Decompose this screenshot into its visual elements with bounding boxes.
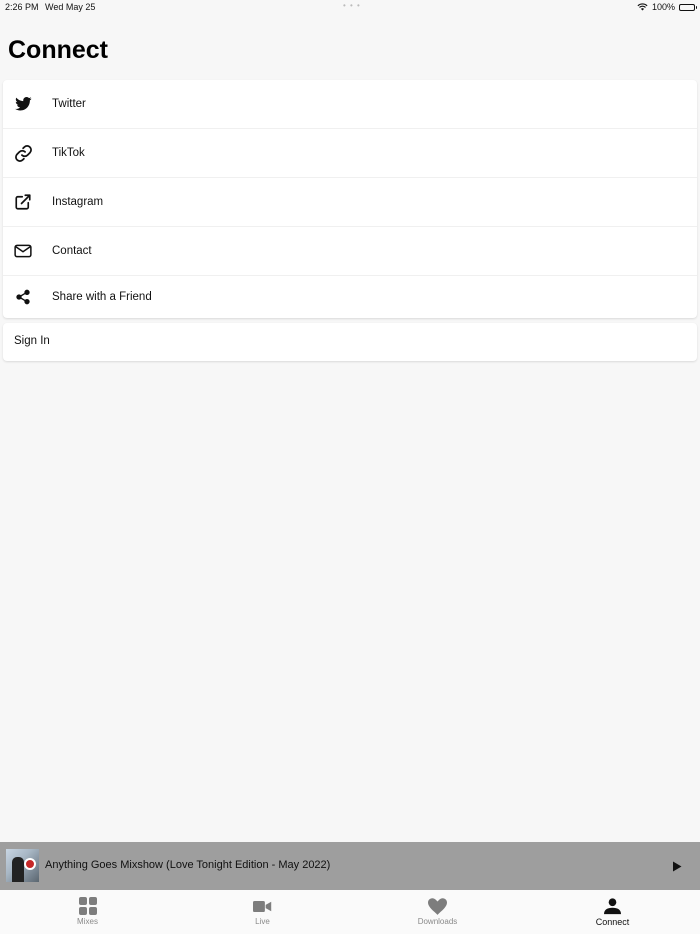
- tab-label-live: Live: [255, 917, 270, 926]
- link-label-tiktok: TikTok: [52, 147, 85, 159]
- status-time: 2:26 PM: [5, 2, 39, 12]
- play-button[interactable]: [670, 859, 684, 873]
- link-label-contact: Contact: [52, 245, 92, 257]
- battery-percent: 100%: [651, 2, 675, 12]
- link-icon: [13, 143, 33, 163]
- tab-bar: Mixes Live Downloads Connect: [0, 890, 700, 934]
- share-icon: [13, 287, 33, 307]
- tab-downloads[interactable]: Downloads: [350, 890, 525, 934]
- link-label-share: Share with a Friend: [52, 291, 152, 303]
- connect-screen: 2:26 PM Wed May 25 • • • 100% Connect Tw…: [0, 0, 700, 934]
- person-icon: [603, 896, 623, 916]
- tab-label-connect: Connect: [595, 917, 630, 927]
- sign-in-label: Sign In: [14, 335, 50, 347]
- twitter-icon: [13, 94, 33, 114]
- external-link-icon: [13, 192, 33, 212]
- page-title: Connect: [8, 36, 108, 64]
- video-camera-icon: [253, 896, 273, 916]
- link-row-contact[interactable]: Contact: [3, 227, 697, 276]
- track-title: Anything Goes Mixshow (Love Tonight Edit…: [45, 859, 331, 871]
- mini-player[interactable]: Anything Goes Mixshow (Love Tonight Edit…: [0, 842, 700, 890]
- link-label-twitter: Twitter: [52, 98, 86, 110]
- link-row-tiktok[interactable]: TikTok: [3, 129, 697, 178]
- connect-links-list: Twitter TikTok Instagram Contact Share w…: [3, 80, 697, 318]
- tab-live[interactable]: Live: [175, 890, 350, 934]
- status-bar: 2:26 PM Wed May 25 • • • 100%: [0, 0, 700, 16]
- multitask-dots[interactable]: • • •: [343, 1, 361, 10]
- heart-icon: [428, 896, 448, 916]
- battery-icon: [679, 3, 697, 11]
- link-row-instagram[interactable]: Instagram: [3, 178, 697, 227]
- link-row-twitter[interactable]: Twitter: [3, 80, 697, 129]
- status-date: Wed May 25: [45, 2, 96, 12]
- tab-mixes[interactable]: Mixes: [0, 890, 175, 934]
- envelope-icon: [13, 241, 33, 261]
- tab-connect[interactable]: Connect: [525, 890, 700, 934]
- tab-label-downloads: Downloads: [417, 917, 458, 926]
- sign-in-button[interactable]: Sign In: [3, 323, 697, 361]
- play-icon: [673, 861, 682, 871]
- grid-icon: [78, 896, 98, 916]
- track-artwork: [6, 849, 39, 882]
- tab-label-mixes: Mixes: [77, 917, 98, 926]
- link-label-instagram: Instagram: [52, 196, 104, 208]
- link-row-share[interactable]: Share with a Friend: [3, 276, 697, 318]
- wifi-icon: [637, 3, 648, 11]
- status-right: 100%: [637, 2, 697, 12]
